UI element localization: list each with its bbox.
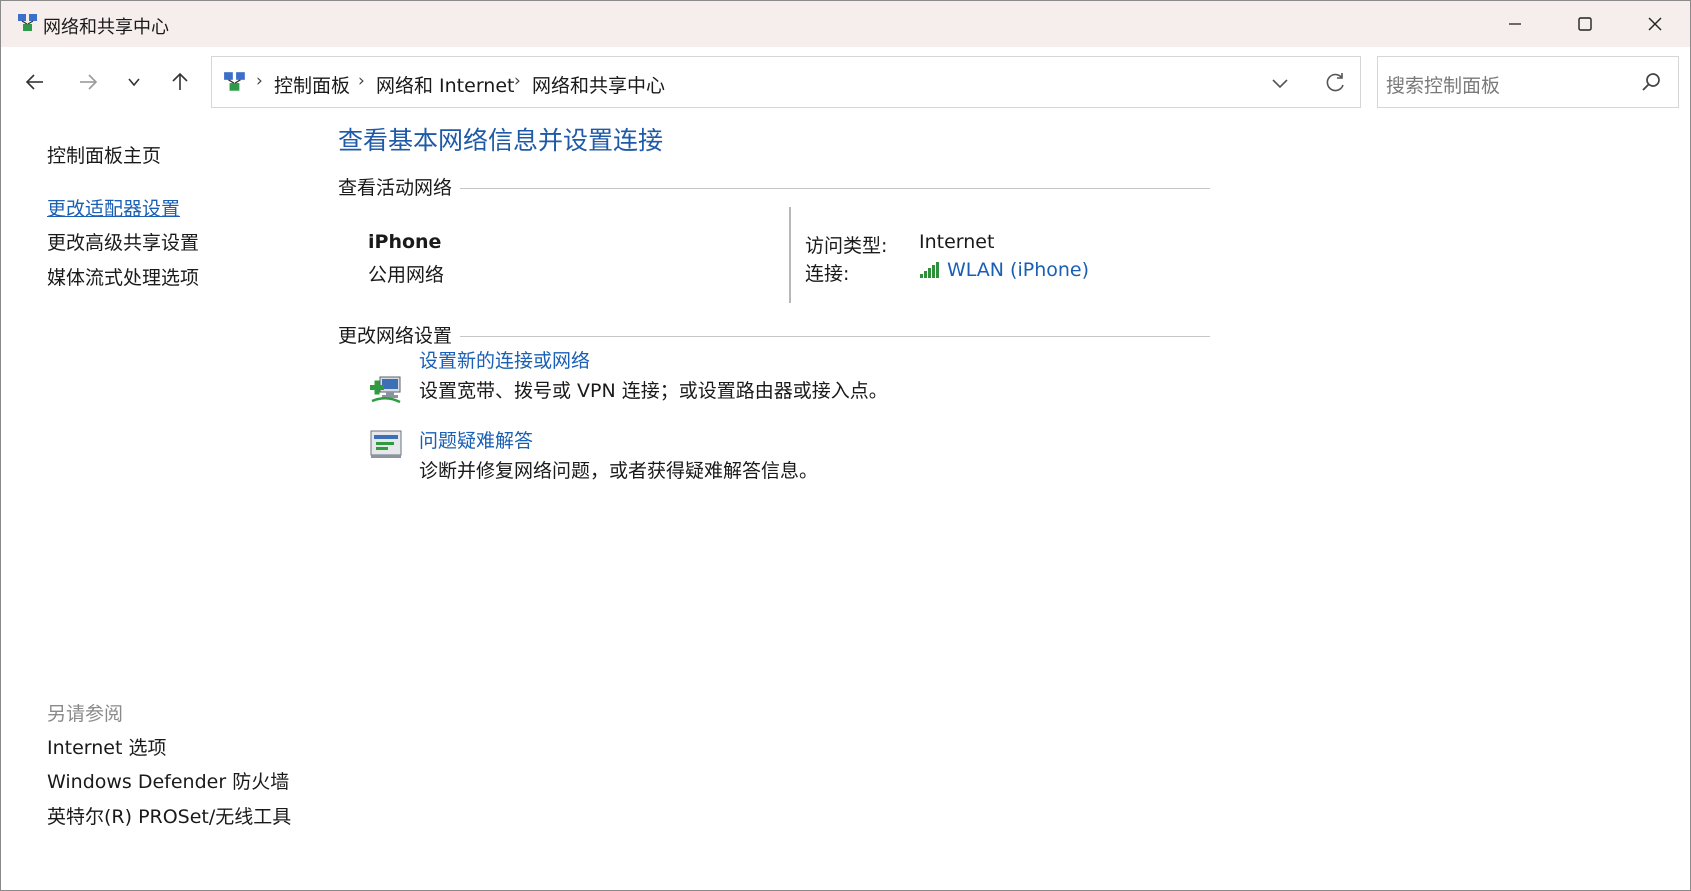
change-adapter-settings-link[interactable]: 更改适配器设置 [47,194,180,221]
minimize-button[interactable] [1480,1,1550,47]
recent-locations-button[interactable] [121,69,147,95]
maximize-icon [1578,17,1592,31]
vertical-divider [789,207,791,303]
setup-new-connection-description: 设置宽带、拨号或 VPN 连接；或设置路由器或接入点。 [419,380,888,402]
arrow-right-icon [80,74,98,90]
address-bar[interactable]: › 控制面板 › 网络和 Internet › 网络和共享中心 [211,56,1361,108]
minimize-icon [1509,23,1521,25]
wlan-connection-label[interactable]: WLAN (iPhone) [947,259,1089,281]
network-category[interactable]: 公用网络 [368,260,444,287]
close-icon [1648,17,1662,31]
active-networks-label: 查看活动网络 [338,177,453,199]
breadcrumb-separator[interactable]: › [256,71,263,91]
network-app-icon [18,14,37,31]
back-button[interactable] [22,69,48,95]
new-connection-icon[interactable] [368,371,404,407]
arrow-left-icon [25,74,43,90]
active-networks-section-header: 查看活动网络 [338,173,1210,200]
breadcrumb-control-panel[interactable]: 控制面板 [274,71,350,98]
breadcrumb-separator[interactable]: › [358,71,365,91]
see-also-header: 另请参阅 [47,703,124,725]
chevron-down-icon [128,78,140,87]
arrow-up-icon [172,72,188,90]
troubleshoot-problems-link[interactable]: 问题疑难解答 [419,426,533,453]
title-bar: 网络和共享中心 [1,1,1690,47]
forward-button[interactable] [75,69,101,95]
access-type-value: Internet [919,231,995,253]
section-divider [460,336,1210,337]
refresh-icon[interactable] [1322,70,1348,96]
network-name: iPhone [368,231,442,253]
troubleshoot-problems-description: 诊断并修复网络问题，或者获得疑难解答信息。 [419,460,819,482]
chevron-down-icon[interactable] [1268,71,1292,95]
maximize-button[interactable] [1550,1,1620,47]
window-title: 网络和共享中心 [43,17,169,38]
section-divider [460,188,1210,189]
breadcrumb-separator[interactable]: › [514,71,521,91]
troubleshoot-icon[interactable] [368,425,404,461]
network-location-icon [224,72,245,91]
access-type-label: 访问类型: [805,235,888,257]
search-placeholder: 搜索控制面板 [1386,75,1501,97]
internet-options-link[interactable]: Internet 选项 [47,733,166,760]
wifi-signal-icon [920,262,939,278]
network-sharing-center-window: 网络和共享中心 › 控制面板 › 网络和 Internet › 网络和共享中心 … [0,0,1691,891]
navigation-bar: › 控制面板 › 网络和 Internet › 网络和共享中心 搜索控制面板 [1,47,1690,115]
breadcrumb-network-sharing-center[interactable]: 网络和共享中心 [532,71,665,98]
up-button[interactable] [167,69,193,95]
windows-defender-firewall-link[interactable]: Windows Defender 防火墙 [47,767,289,794]
control-panel-home-link[interactable]: 控制面板主页 [47,141,161,168]
page-title: 查看基本网络信息并设置连接 [338,126,664,155]
left-panel: 控制面板主页 更改适配器设置 更改高级共享设置 媒体流式处理选项 另请参阅 In… [1,115,331,890]
search-input[interactable]: 搜索控制面板 [1377,56,1679,108]
change-advanced-sharing-link[interactable]: 更改高级共享设置 [47,228,199,255]
intel-proset-wireless-link[interactable]: 英特尔(R) PROSet/无线工具 [47,802,291,829]
connections-label: 连接: [805,263,850,285]
setup-new-connection-link[interactable]: 设置新的连接或网络 [419,346,590,373]
search-icon [1642,73,1660,91]
change-network-settings-label: 更改网络设置 [338,325,453,347]
breadcrumb-network-internet[interactable]: 网络和 Internet [376,71,514,98]
media-streaming-options-link[interactable]: 媒体流式处理选项 [47,263,199,290]
wlan-connection-link[interactable]: WLAN (iPhone) [919,259,1089,281]
change-network-settings-section-header: 更改网络设置 [338,321,1210,348]
close-button[interactable] [1620,1,1690,47]
